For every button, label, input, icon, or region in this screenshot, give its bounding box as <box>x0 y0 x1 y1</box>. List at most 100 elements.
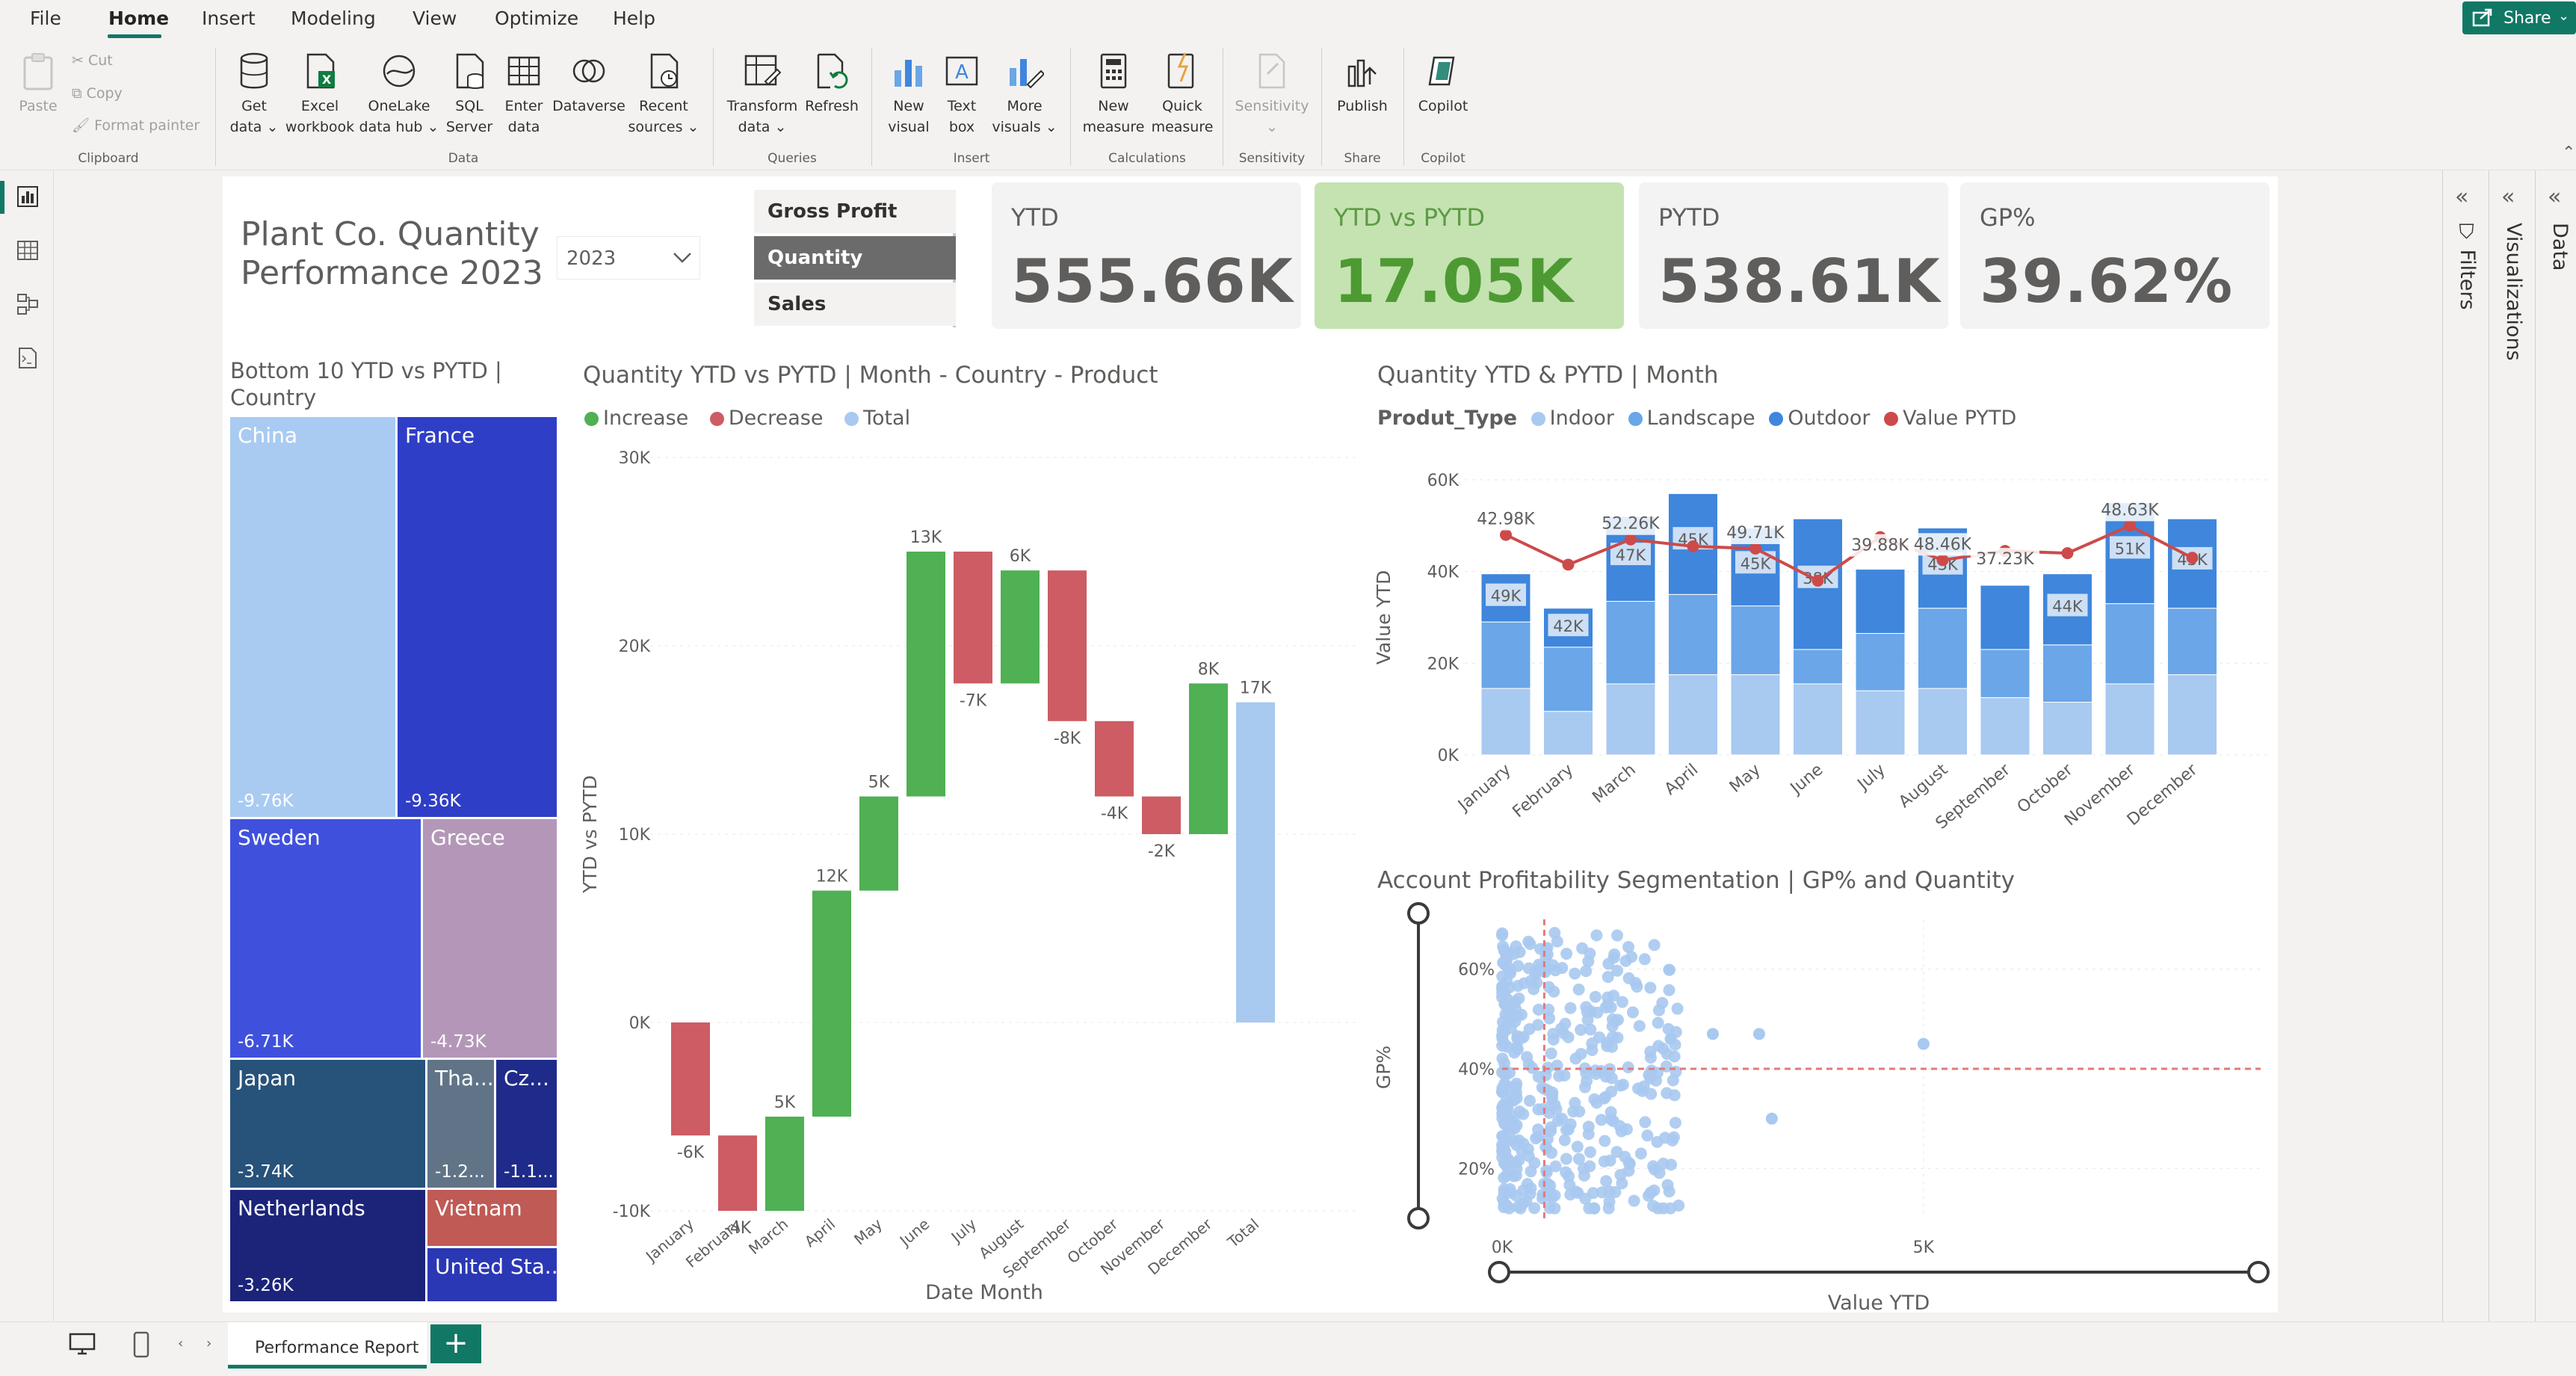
treemap-tile[interactable]: United Sta... <box>427 1248 559 1304</box>
menu-modeling[interactable]: Modeling <box>291 7 376 29</box>
transform-data-button[interactable]: Transform data ⌄ <box>722 46 803 138</box>
scatter-point <box>1663 963 1675 976</box>
collapse-filters-icon[interactable]: « <box>2455 184 2468 210</box>
year-dropdown[interactable]: 2023 <box>557 236 700 280</box>
kpi-card-pytd[interactable]: PYTD 538.61K <box>1639 182 1948 329</box>
collapse-data-icon[interactable]: « <box>2548 184 2561 210</box>
treemap-tile[interactable]: Sweden -6.71K <box>230 819 423 1060</box>
menu-view[interactable]: View <box>413 7 457 29</box>
scatter-chart[interactable]: 60% 40% 20% 0K 5K GP% Value YTD <box>1368 897 2272 1319</box>
kpi-card-ytd[interactable]: YTD 555.66K <box>992 182 1301 329</box>
combo-chart[interactable]: 60K 40K 20K 0KJanuary 49K February 42K March 47K… <box>1368 448 2272 852</box>
publish-button[interactable]: Publish <box>1329 46 1396 117</box>
more-visuals-label-2: visuals ⌄ <box>992 119 1057 135</box>
quick-measure-icon <box>1148 46 1217 96</box>
waterfall-title: Quantity YTD vs PYTD | Month - Country -… <box>583 362 1158 389</box>
enter-data-button[interactable]: Enter data <box>498 46 550 138</box>
treemap-title: Bottom 10 YTD vs PYTD | Country <box>230 357 502 411</box>
zoom-slider-handle[interactable] <box>1407 1207 1430 1230</box>
menu-file[interactable]: File <box>30 7 61 29</box>
format-painter-button[interactable]: 🖌 Format painter <box>72 117 200 134</box>
sql-server-icon <box>441 46 498 96</box>
onelake-button[interactable]: OneLake data hub ⌄ <box>357 46 441 138</box>
text-box-button[interactable]: A Text box <box>936 46 988 138</box>
legend-item-outdoor[interactable]: Outdoor <box>1769 407 1870 430</box>
treemap-tile-label: Tha... <box>435 1066 494 1090</box>
sensitivity-button[interactable]: Sensitivity ⌄ <box>1230 46 1314 138</box>
visualizations-pane[interactable]: « Visualizations <box>2489 170 2535 1321</box>
copy-button[interactable]: ⧉ Copy <box>72 85 123 102</box>
zoom-slider-handle[interactable] <box>1407 902 1430 925</box>
treemap-tile[interactable]: Netherlands -3.26K <box>230 1190 427 1304</box>
kpi-card-gp-percent[interactable]: GP% 39.62% <box>1960 182 2270 329</box>
paste-button[interactable]: Paste <box>13 46 63 117</box>
menu-insert[interactable]: Insert <box>202 7 256 29</box>
scatter-point <box>1507 948 1520 960</box>
treemap-tile[interactable]: Greece -4.73K <box>423 819 559 1060</box>
treemap-tile[interactable]: Cz... -1.1... <box>496 1060 559 1190</box>
x-tick-label: April <box>801 1215 838 1250</box>
dataverse-button[interactable]: Dataverse <box>550 46 628 117</box>
legend-item-increase[interactable]: Increase <box>584 407 688 430</box>
report-view-icon[interactable] <box>15 184 40 209</box>
menu-home[interactable]: Home <box>108 7 169 29</box>
scatter-point <box>1545 1121 1557 1134</box>
scatter-point <box>1584 1146 1596 1159</box>
previous-page-icon[interactable]: ‹ <box>178 1336 183 1351</box>
sql-server-button[interactable]: SQL Server <box>441 46 498 138</box>
kpi-card-ytd-vs-pytd[interactable]: YTD vs PYTD 17.05K <box>1315 182 1624 329</box>
treemap-tile[interactable]: Vietnam <box>427 1190 559 1248</box>
add-page-button[interactable]: + <box>430 1324 481 1363</box>
legend-item-landscape[interactable]: Landscape <box>1628 407 1755 430</box>
menu-optimize[interactable]: Optimize <box>495 7 578 29</box>
waterfall-chart[interactable]: 30K20K10K0K-10K-6KJanuary -4KFebruary5KMa… <box>575 434 1368 1315</box>
quick-measure-button[interactable]: Quick measure <box>1148 46 1217 138</box>
collapse-ribbon-icon[interactable]: ⌃ <box>2562 144 2575 162</box>
scatter-point <box>1626 1006 1639 1019</box>
more-visuals-button[interactable]: More visuals ⌄ <box>988 46 1061 138</box>
copilot-button[interactable]: Copilot <box>1409 46 1477 117</box>
legend-item-indoor[interactable]: Indoor <box>1531 407 1614 430</box>
treemap-tile[interactable]: Japan -3.74K <box>230 1060 427 1190</box>
model-view-icon[interactable] <box>15 291 40 317</box>
excel-workbook-button[interactable]: X Excel workbook <box>284 46 356 138</box>
desktop-layout-icon[interactable] <box>67 1331 97 1363</box>
scatter-point <box>1649 1074 1662 1087</box>
legend-item-total[interactable]: Total <box>844 407 910 430</box>
zoom-slider-handle[interactable] <box>2247 1261 2270 1283</box>
new-measure-button[interactable]: New measure <box>1079 46 1148 138</box>
recent-sources-button[interactable]: Recent sources ⌄ <box>628 46 699 138</box>
scatter-point <box>1553 1070 1566 1082</box>
table-view-icon[interactable] <box>15 238 40 263</box>
refresh-button[interactable]: Refresh <box>801 46 862 117</box>
sql-label: SQL <box>455 98 484 114</box>
mobile-layout-icon[interactable] <box>132 1331 151 1363</box>
waterfall-bar <box>859 796 898 891</box>
slicer-option-gross-profit[interactable]: Gross Profit <box>754 190 956 233</box>
treemap-tile[interactable]: France -9.36K <box>398 417 559 819</box>
new-visual-button[interactable]: New visual <box>882 46 936 138</box>
measure-slicer: Gross Profit Quantity Sales <box>751 190 956 327</box>
dax-query-icon[interactable] <box>15 345 40 371</box>
get-data-button[interactable]: Get data ⌄ <box>224 46 284 138</box>
cut-button[interactable]: ✂ Cut <box>72 52 113 69</box>
share-button[interactable]: Share ⌄ <box>2462 1 2576 34</box>
treemap-tile-label: France <box>405 423 475 448</box>
treemap-tile[interactable]: Tha... -1.2... <box>427 1060 496 1190</box>
data-label: 51K <box>2115 540 2146 558</box>
legend-item-decrease[interactable]: Decrease <box>709 407 823 430</box>
menu-help[interactable]: Help <box>613 7 655 29</box>
data-pane[interactable]: « Data <box>2535 170 2576 1321</box>
collapse-visualizations-icon[interactable]: « <box>2501 184 2515 210</box>
sensitivity-label: Sensitivity <box>1235 98 1309 114</box>
treemap-tile[interactable]: China -9.76K <box>230 417 398 819</box>
slicer-option-sales[interactable]: Sales <box>754 283 956 326</box>
filters-pane[interactable]: « ⛉ Filters <box>2442 170 2489 1321</box>
legend-dot <box>709 412 724 426</box>
legend-item-value-pytd[interactable]: Value PYTD <box>1884 407 2016 430</box>
slicer-option-quantity[interactable]: Quantity <box>754 236 956 280</box>
next-page-icon[interactable]: › <box>206 1336 211 1351</box>
zoom-slider-handle[interactable] <box>1488 1261 1510 1283</box>
data-label: Data <box>2548 223 2572 271</box>
page-tab-performance-report[interactable]: Performance Report <box>228 1322 427 1369</box>
